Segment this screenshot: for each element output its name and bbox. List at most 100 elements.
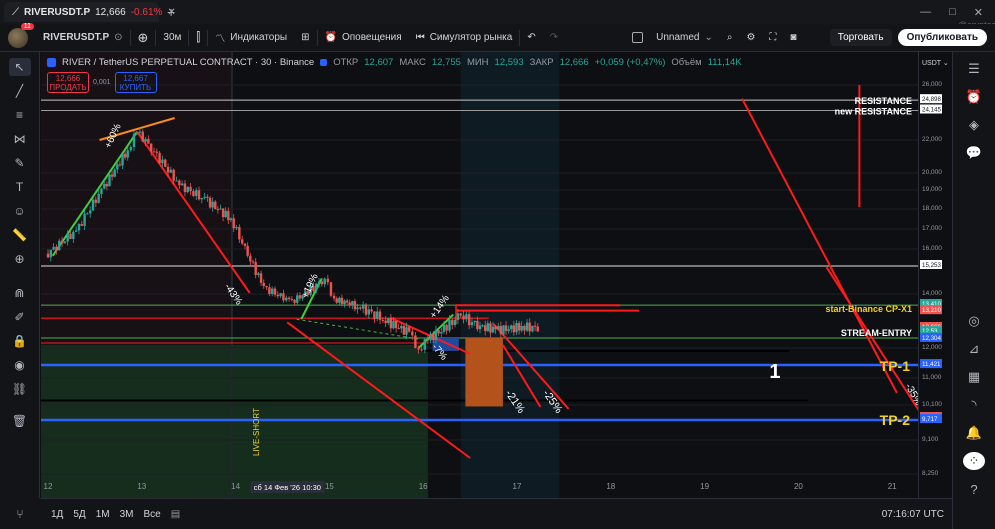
- camera-icon[interactable]: ◙: [783, 24, 803, 52]
- pattern-icon[interactable]: ⋈: [9, 130, 31, 148]
- price-badge: 15,253: [922, 262, 941, 269]
- goto-date-icon[interactable]: ▤: [166, 509, 185, 520]
- utc-clock[interactable]: 07:16:07 UTC: [877, 509, 952, 520]
- replay-button[interactable]: ⏮ Симулятор рынка: [409, 24, 520, 52]
- buy-button[interactable]: 12,667 КУПИТЬ: [114, 72, 157, 93]
- lock-icon[interactable]: 🔒: [9, 332, 31, 350]
- candle-body: [470, 322, 474, 326]
- candle-body: [282, 293, 285, 301]
- candle-body: [166, 166, 170, 173]
- candle-body: [211, 201, 214, 208]
- candle-body: [348, 302, 351, 306]
- layers-icon[interactable]: ◈: [963, 116, 985, 134]
- trash-icon[interactable]: 🗑: [9, 412, 31, 430]
- candle-body: [397, 328, 400, 330]
- candle-body: [326, 278, 330, 283]
- templates-icon[interactable]: ⊞: [294, 24, 316, 52]
- quick-search-icon[interactable]: ⌕: [720, 24, 740, 52]
- symbol-search[interactable]: RIVERUSDT.P ⊙: [36, 24, 130, 52]
- replay-label: Симулятор рынка: [429, 32, 513, 43]
- candle-body: [296, 295, 299, 303]
- fullscreen-icon[interactable]: ⛶: [762, 24, 783, 52]
- candle-body: [476, 320, 479, 330]
- browser-tab[interactable]: ⟋ RIVERUSDT.P 12,666 -0.61% ✕: [4, 2, 176, 22]
- news-icon[interactable]: ⊿: [963, 340, 985, 358]
- candle-body: [359, 307, 362, 309]
- avatar[interactable]: 11: [8, 22, 34, 48]
- tree-icon[interactable]: ⑂: [0, 498, 40, 529]
- maximize-button[interactable]: □: [949, 6, 956, 18]
- range-3m-button[interactable]: 3М: [115, 509, 139, 520]
- brush-icon[interactable]: ✎: [9, 154, 31, 172]
- undo-icon[interactable]: ↶: [520, 24, 542, 52]
- minimize-button[interactable]: —: [920, 6, 931, 18]
- candle-body: [235, 226, 238, 229]
- candles-type-icon[interactable]: ⫿: [189, 24, 207, 52]
- help-icon[interactable]: ?: [963, 480, 985, 498]
- cursor-icon[interactable]: ↖: [8, 58, 31, 76]
- target-icon[interactable]: ◎: [963, 312, 985, 330]
- stream-icon[interactable]: ◝: [963, 396, 985, 414]
- calendar-icon[interactable]: ▦: [963, 368, 985, 386]
- trend-line-icon[interactable]: ╱: [9, 82, 31, 100]
- chat-icon[interactable]: 💬: [963, 144, 985, 162]
- currency-label: USDT ⌄: [922, 60, 949, 67]
- chart-pane[interactable]: RESISTANCE new RESISTANCE start-Binance CP…: [41, 52, 918, 498]
- range-5d-button[interactable]: 5Д: [68, 509, 90, 520]
- price-tick-label: 8,250: [922, 470, 939, 477]
- time-tick-label: 13: [137, 482, 146, 491]
- alarm-icon[interactable]: ⏰: [963, 88, 985, 106]
- symbol-info-icon[interactable]: ⊙: [114, 32, 122, 43]
- bottom-toolbar: 1Д 5Д 1М 3М Все ▤ 07:16:07 UTC: [40, 498, 952, 529]
- apps-icon[interactable]: ⁘: [963, 452, 985, 470]
- fib-retracement-icon[interactable]: ≡: [9, 106, 31, 124]
- alerts-button[interactable]: ⏰ Оповещения: [318, 24, 409, 52]
- live-short-zone: [41, 344, 428, 498]
- price-axis-canvas[interactable]: USDT ⌄ 26,000 22,000 20,000 19,000 18,000 17,0…: [919, 52, 953, 498]
- indicators-button[interactable]: 〽 Индикаторы: [208, 24, 294, 52]
- publish-button[interactable]: Опубликовать: [897, 29, 987, 46]
- zoom-in-icon[interactable]: ⊕: [9, 250, 31, 268]
- flag-icon[interactable]: [320, 59, 328, 66]
- candle-body: [426, 338, 430, 341]
- settings-gear-icon[interactable]: ⚙: [739, 24, 762, 52]
- candle-body: [110, 174, 114, 177]
- candle-body: [407, 327, 411, 332]
- legend-title[interactable]: RIVER / TetherUS PERPETUAL CONTRACT · 30…: [62, 57, 314, 68]
- candle-body: [273, 288, 277, 295]
- candle-body: [195, 190, 198, 196]
- watchlist-icon[interactable]: ☰: [963, 60, 985, 78]
- ruler-icon[interactable]: 📏: [9, 226, 31, 244]
- bell-icon[interactable]: 🔔: [963, 424, 985, 442]
- new-tab-button[interactable]: +: [167, 4, 175, 20]
- range-1m-button[interactable]: 1М: [91, 509, 115, 520]
- time-tick-label: 16: [419, 482, 428, 491]
- pencil-lock-icon[interactable]: ✐: [9, 308, 31, 326]
- candle-body: [432, 333, 435, 341]
- price-axis[interactable]: USDT ⌄ 26,000 22,000 20,000 19,000 18,000 17,0…: [918, 52, 952, 498]
- candle-body: [161, 159, 164, 164]
- sell-button[interactable]: 12,666 ПРОДАТЬ: [47, 72, 89, 93]
- text-icon[interactable]: T: [9, 178, 31, 196]
- add-symbol-button[interactable]: ⊕: [131, 24, 156, 52]
- close-window-button[interactable]: ✕: [974, 6, 983, 19]
- candle-body: [429, 333, 432, 341]
- candle-body: [144, 138, 147, 142]
- layout-selector[interactable]: Unnamed ⌄: [625, 24, 720, 52]
- candle-body: [178, 180, 181, 186]
- range-all-button[interactable]: Все: [139, 509, 166, 520]
- trade-button[interactable]: Торговать: [829, 29, 892, 46]
- interval-button[interactable]: 30м: [156, 24, 188, 52]
- candle-body: [364, 304, 368, 315]
- chart-canvas[interactable]: RESISTANCEnew RESISTANCE start-Binance CP…: [41, 52, 918, 498]
- range-1d-button[interactable]: 1Д: [46, 509, 68, 520]
- magnet-icon[interactable]: ⋒: [9, 284, 31, 302]
- redo-icon[interactable]: ↷: [543, 24, 565, 52]
- link-icon[interactable]: ⛓: [9, 380, 31, 398]
- red-trend-line-7: [825, 266, 918, 412]
- eye-icon[interactable]: ◉: [9, 356, 31, 374]
- emoji-icon[interactable]: ☺: [9, 202, 31, 220]
- buy-price: 12,667: [123, 74, 148, 83]
- candle-body: [175, 180, 178, 182]
- candle-body: [367, 309, 370, 315]
